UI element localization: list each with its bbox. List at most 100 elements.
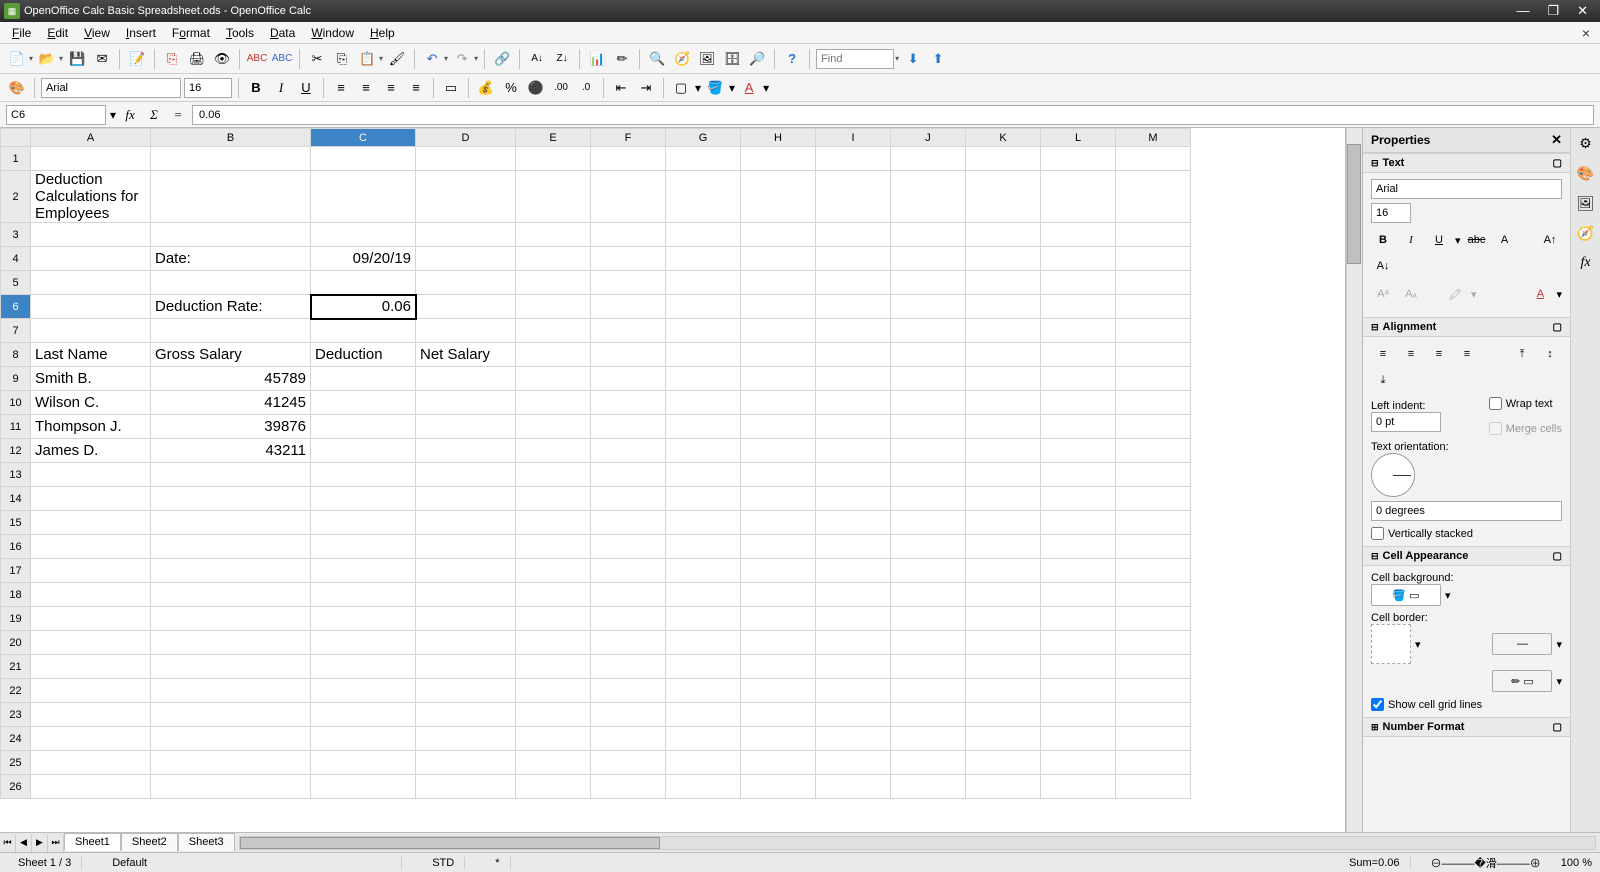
function-equals-icon[interactable]: =: [168, 105, 188, 125]
cell-D7[interactable]: [416, 319, 516, 343]
col-header-C[interactable]: C: [311, 129, 416, 147]
cell-K24[interactable]: [966, 727, 1041, 751]
cell-E12[interactable]: [516, 439, 591, 463]
cell-C23[interactable]: [311, 703, 416, 727]
tab-last-icon[interactable]: ⏭: [48, 834, 64, 852]
cell-I24[interactable]: [816, 727, 891, 751]
sidebar-align-right-icon[interactable]: ≡: [1427, 343, 1451, 365]
cell-J14[interactable]: [891, 487, 966, 511]
new-icon[interactable]: 📄: [6, 48, 28, 70]
cell-E1[interactable]: [516, 147, 591, 171]
cell-B9[interactable]: 45789: [151, 367, 311, 391]
sidebar-align-left-icon[interactable]: ≡: [1371, 343, 1395, 365]
cell-K23[interactable]: [966, 703, 1041, 727]
menu-window[interactable]: Window: [303, 24, 362, 42]
cell-L5[interactable]: [1041, 271, 1116, 295]
cell-D1[interactable]: [416, 147, 516, 171]
cell-G8[interactable]: [666, 343, 741, 367]
row-header-16[interactable]: 16: [1, 535, 31, 559]
cell-G19[interactable]: [666, 607, 741, 631]
cell-A6[interactable]: [31, 295, 151, 319]
cell-L26[interactable]: [1041, 775, 1116, 799]
cell-D5[interactable]: [416, 271, 516, 295]
cell-L6[interactable]: [1041, 295, 1116, 319]
cell-B17[interactable]: [151, 559, 311, 583]
spellcheck-icon[interactable]: ABC: [246, 48, 268, 70]
cell-G26[interactable]: [666, 775, 741, 799]
sidebar-valign-middle-icon[interactable]: ↕: [1538, 343, 1562, 365]
cell-E17[interactable]: [516, 559, 591, 583]
cell-L1[interactable]: [1041, 147, 1116, 171]
row-header-8[interactable]: 8: [1, 343, 31, 367]
cell-C14[interactable]: [311, 487, 416, 511]
menu-tools[interactable]: Tools: [218, 24, 262, 42]
sort-desc-icon[interactable]: Z↓: [551, 48, 573, 70]
cell-F23[interactable]: [591, 703, 666, 727]
cell-F18[interactable]: [591, 583, 666, 607]
cell-L7[interactable]: [1041, 319, 1116, 343]
cell-H25[interactable]: [741, 751, 816, 775]
col-header-K[interactable]: K: [966, 129, 1041, 147]
cell-B10[interactable]: 41245: [151, 391, 311, 415]
menu-help[interactable]: Help: [362, 24, 403, 42]
col-header-J[interactable]: J: [891, 129, 966, 147]
cell-E7[interactable]: [516, 319, 591, 343]
cell-J23[interactable]: [891, 703, 966, 727]
cell-F4[interactable]: [591, 247, 666, 271]
cell-A18[interactable]: [31, 583, 151, 607]
cell-A10[interactable]: Wilson C.: [31, 391, 151, 415]
cell-D21[interactable]: [416, 655, 516, 679]
row-header-14[interactable]: 14: [1, 487, 31, 511]
cell-grid[interactable]: ABCDEFGHIJKLM12Deduction Calculations fo…: [0, 128, 1191, 799]
cell-C2[interactable]: [311, 171, 416, 223]
cell-M3[interactable]: [1116, 223, 1191, 247]
cell-H7[interactable]: [741, 319, 816, 343]
border-line-style[interactable]: —: [1492, 633, 1552, 655]
cell-I5[interactable]: [816, 271, 891, 295]
sidebar-tab-navigator-icon[interactable]: 🧭: [1575, 222, 1597, 244]
cell-F12[interactable]: [591, 439, 666, 463]
col-header-F[interactable]: F: [591, 129, 666, 147]
cell-A3[interactable]: [31, 223, 151, 247]
add-decimal-icon[interactable]: .00: [550, 77, 572, 99]
row-header-22[interactable]: 22: [1, 679, 31, 703]
cell-G10[interactable]: [666, 391, 741, 415]
cell-A25[interactable]: [31, 751, 151, 775]
cell-B5[interactable]: [151, 271, 311, 295]
cell-D11[interactable]: [416, 415, 516, 439]
background-color-icon[interactable]: 🪣: [704, 77, 726, 99]
row-header-3[interactable]: 3: [1, 223, 31, 247]
status-zoom[interactable]: 100 %: [1561, 857, 1592, 869]
percent-icon[interactable]: %: [500, 77, 522, 99]
cell-J9[interactable]: [891, 367, 966, 391]
cell-G25[interactable]: [666, 751, 741, 775]
cell-D24[interactable]: [416, 727, 516, 751]
cell-D15[interactable]: [416, 511, 516, 535]
cell-M1[interactable]: [1116, 147, 1191, 171]
close-button[interactable]: ✕: [1577, 3, 1588, 19]
decrease-indent-icon[interactable]: ⇤: [610, 77, 632, 99]
formula-input[interactable]: [192, 105, 1594, 125]
cell-L8[interactable]: [1041, 343, 1116, 367]
cell-I1[interactable]: [816, 147, 891, 171]
cell-G14[interactable]: [666, 487, 741, 511]
cell-B3[interactable]: [151, 223, 311, 247]
cell-M18[interactable]: [1116, 583, 1191, 607]
cell-G12[interactable]: [666, 439, 741, 463]
gallery-icon[interactable]: 🖼: [696, 48, 718, 70]
cell-B26[interactable]: [151, 775, 311, 799]
cell-K8[interactable]: [966, 343, 1041, 367]
cell-K13[interactable]: [966, 463, 1041, 487]
row-header-4[interactable]: 4: [1, 247, 31, 271]
cell-H6[interactable]: [741, 295, 816, 319]
cell-D9[interactable]: [416, 367, 516, 391]
cell-I7[interactable]: [816, 319, 891, 343]
cell-A21[interactable]: [31, 655, 151, 679]
col-header-E[interactable]: E: [516, 129, 591, 147]
cell-M12[interactable]: [1116, 439, 1191, 463]
cell-F8[interactable]: [591, 343, 666, 367]
cell-J26[interactable]: [891, 775, 966, 799]
section-number-format[interactable]: ⊞Number Format▢: [1363, 717, 1570, 737]
cell-J18[interactable]: [891, 583, 966, 607]
print-icon[interactable]: 🖨: [186, 48, 208, 70]
